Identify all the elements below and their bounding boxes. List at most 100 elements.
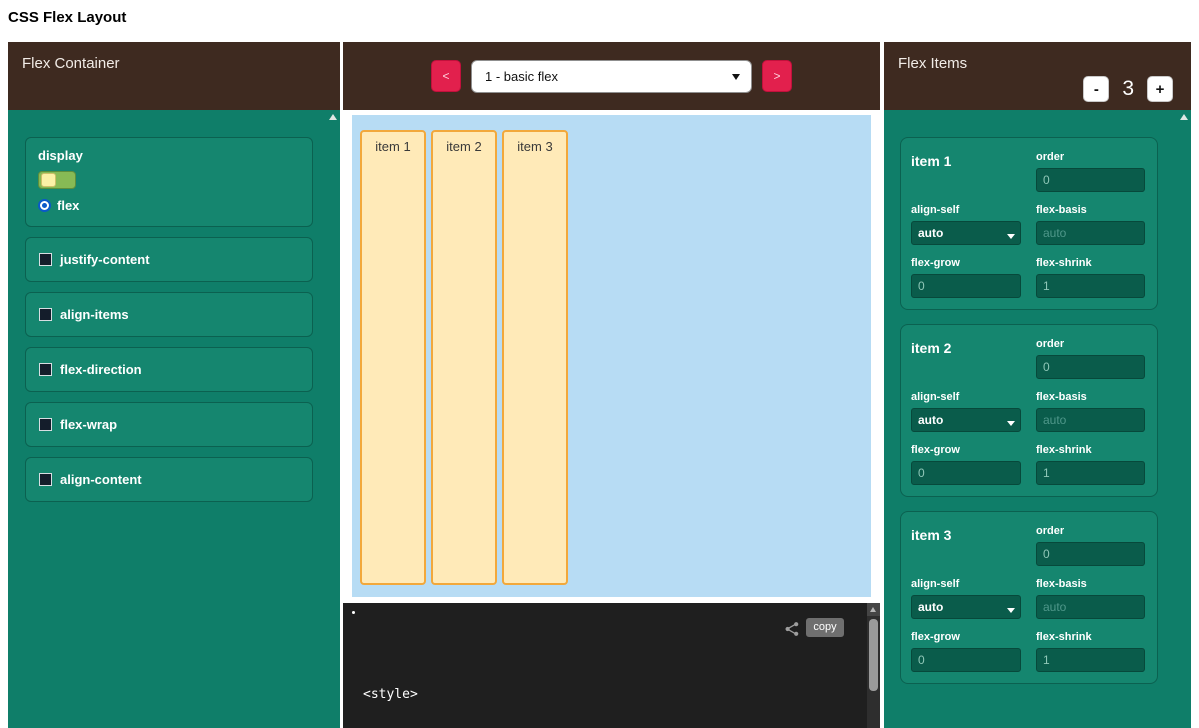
option-checkbox[interactable]: [39, 418, 52, 431]
scroll-up-icon[interactable]: [1180, 114, 1188, 120]
option-row-justify-content: justify-content: [25, 237, 313, 282]
toggle-knob-icon: [41, 173, 56, 187]
code-lines: <style> .flex-container { display: flex;: [363, 647, 512, 728]
card-row: item 2 order: [911, 338, 1145, 379]
flex-container-panel-body: display flex justify-content align-items: [8, 110, 340, 728]
option-checkbox[interactable]: [39, 363, 52, 376]
next-layout-button[interactable]: >: [762, 60, 792, 92]
flex-item-card: item 3 order align-self auto: [900, 511, 1158, 684]
share-icon[interactable]: [784, 621, 800, 642]
layout-select-wrap: 1 - basic flex: [471, 60, 752, 93]
order-input[interactable]: [1036, 355, 1145, 379]
align-self-select[interactable]: auto: [911, 595, 1021, 619]
decrease-items-button[interactable]: -: [1083, 76, 1109, 102]
card-row: flex-grow flex-shrink: [911, 444, 1145, 485]
option-label[interactable]: align-content: [60, 472, 142, 487]
option-row-align-items: align-items: [25, 292, 313, 337]
card-row: flex-grow flex-shrink: [911, 257, 1145, 298]
item-name: item 1: [911, 151, 1021, 169]
flex-basis-input[interactable]: [1036, 221, 1145, 245]
code-scrollbar: [867, 603, 880, 728]
flex-container-panel-title: Flex Container: [22, 55, 120, 72]
page-title: CSS Flex Layout: [8, 9, 126, 26]
card-row: flex-grow flex-shrink: [911, 631, 1145, 672]
align-self-label: align-self: [911, 204, 1021, 216]
display-card: display flex: [25, 137, 313, 227]
flex-radio-label[interactable]: flex: [57, 198, 79, 213]
flex-preview-item: item 1: [360, 130, 426, 585]
option-row-flex-direction: flex-direction: [25, 347, 313, 392]
flex-shrink-label: flex-shrink: [1036, 257, 1145, 269]
card-row: align-self auto flex-basis: [911, 578, 1145, 619]
flex-preview-item-label: item 2: [446, 139, 481, 154]
flex-grow-label: flex-grow: [911, 444, 1021, 456]
order-label: order: [1036, 338, 1145, 350]
flex-item-cards-list: item 1 order align-self auto: [884, 110, 1191, 684]
flex-grow-input[interactable]: [911, 274, 1021, 298]
flex-items-panel-title: Flex Items: [898, 55, 967, 72]
scroll-up-icon[interactable]: [329, 114, 337, 120]
card-row: item 3 order: [911, 525, 1145, 566]
flex-item-card: item 1 order align-self auto: [900, 137, 1158, 310]
order-input[interactable]: [1036, 542, 1145, 566]
scroll-up-icon[interactable]: [867, 603, 880, 616]
option-label[interactable]: justify-content: [60, 252, 150, 267]
preview-panel-header: < 1 - basic flex >: [343, 42, 880, 110]
option-label[interactable]: flex-direction: [60, 362, 142, 377]
preview-panel: < 1 - basic flex > item 1 item 2 item 3: [343, 42, 880, 728]
order-label: order: [1036, 151, 1145, 163]
flex-shrink-label: flex-shrink: [1036, 444, 1145, 456]
option-checkbox[interactable]: [39, 253, 52, 266]
flex-preview-item-label: item 3: [517, 139, 552, 154]
flex-basis-label: flex-basis: [1036, 578, 1145, 590]
flex-basis-label: flex-basis: [1036, 391, 1145, 403]
layout-select[interactable]: 1 - basic flex: [471, 60, 752, 93]
flex-basis-input[interactable]: [1036, 595, 1145, 619]
prev-layout-button[interactable]: <: [431, 60, 461, 92]
card-row: align-self auto flex-basis: [911, 391, 1145, 432]
flex-items-panel-header: Flex Items - 3 +: [884, 42, 1191, 110]
code-scroll-thumb[interactable]: [869, 619, 878, 691]
flex-basis-input[interactable]: [1036, 408, 1145, 432]
align-self-select[interactable]: auto: [911, 221, 1021, 245]
align-self-label: align-self: [911, 578, 1021, 590]
flex-grow-input[interactable]: [911, 461, 1021, 485]
flex-grow-label: flex-grow: [911, 257, 1021, 269]
option-row-flex-wrap: flex-wrap: [25, 402, 313, 447]
flex-radio[interactable]: [38, 199, 51, 212]
flex-preview-item: item 2: [431, 130, 497, 585]
items-count: 3: [1122, 77, 1134, 101]
order-input[interactable]: [1036, 168, 1145, 192]
code-block: copy <style> .flex-container { display: …: [343, 603, 880, 728]
option-label[interactable]: flex-wrap: [60, 417, 117, 432]
display-toggle[interactable]: [38, 171, 76, 189]
flex-shrink-input[interactable]: [1036, 274, 1145, 298]
increase-items-button[interactable]: +: [1147, 76, 1173, 102]
option-checkbox[interactable]: [39, 473, 52, 486]
flex-preview-area: item 1 item 2 item 3: [352, 115, 871, 597]
option-label[interactable]: align-items: [60, 307, 129, 322]
flex-grow-input[interactable]: [911, 648, 1021, 672]
copy-button[interactable]: copy: [806, 618, 844, 637]
flex-container-panel: Flex Container display flex justify-cont…: [8, 42, 340, 728]
align-self-label: align-self: [911, 391, 1021, 403]
flex-items-panel-body: item 1 order align-self auto: [884, 110, 1191, 728]
align-self-select[interactable]: auto: [911, 408, 1021, 432]
flex-basis-label: flex-basis: [1036, 204, 1145, 216]
flex-shrink-input[interactable]: [1036, 461, 1145, 485]
flex-radio-row: flex: [38, 198, 300, 213]
card-row: align-self auto flex-basis: [911, 204, 1145, 245]
code-line: <style>: [363, 685, 512, 704]
cursor-dot-icon: [352, 611, 355, 614]
flex-items-panel: Flex Items - 3 + item 1 order: [884, 42, 1191, 728]
item-count-controls: - 3 +: [1083, 76, 1173, 102]
flex-preview-item: item 3: [502, 130, 568, 585]
flex-shrink-label: flex-shrink: [1036, 631, 1145, 643]
item-name: item 2: [911, 338, 1021, 356]
option-checkbox[interactable]: [39, 308, 52, 321]
flex-shrink-input[interactable]: [1036, 648, 1145, 672]
display-label: display: [38, 148, 300, 163]
flex-item-card: item 2 order align-self auto: [900, 324, 1158, 497]
card-row: item 1 order: [911, 151, 1145, 192]
order-label: order: [1036, 525, 1145, 537]
